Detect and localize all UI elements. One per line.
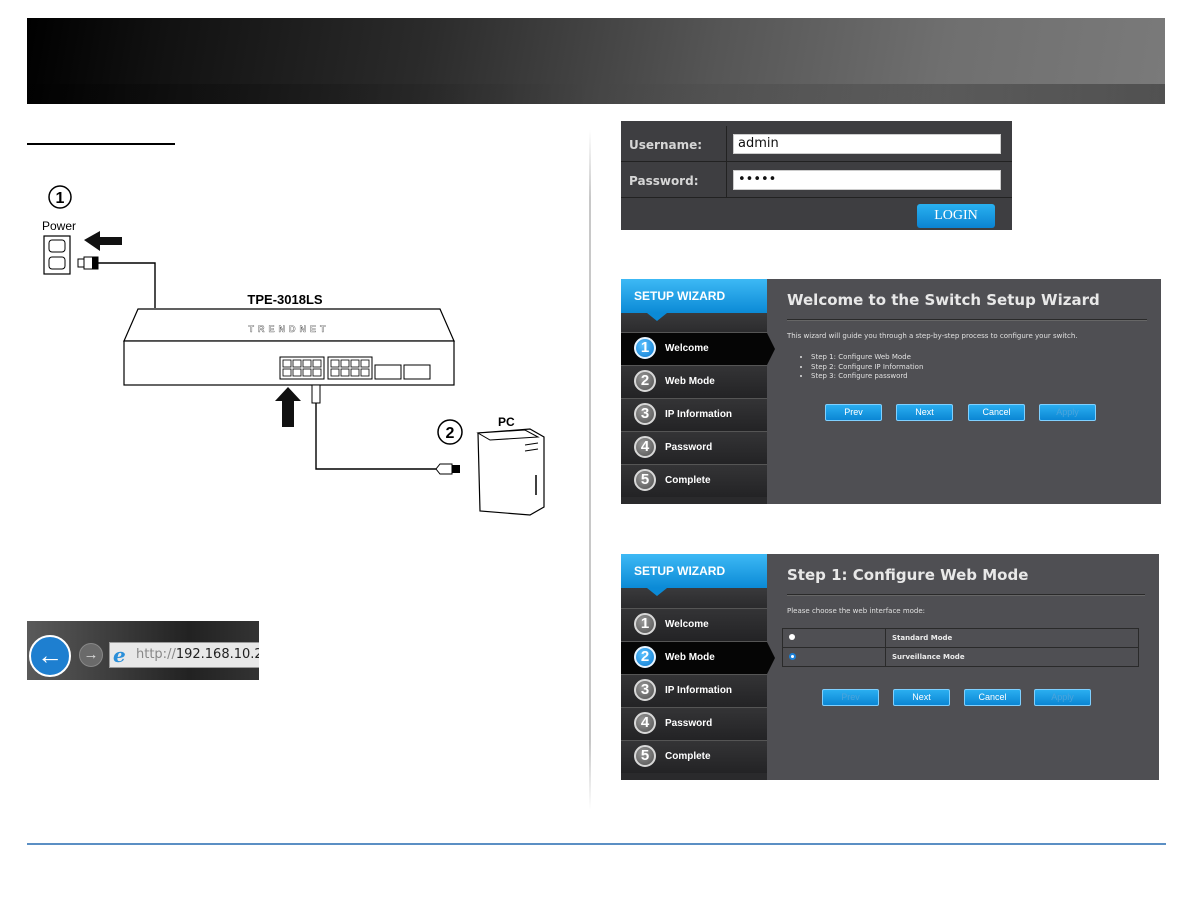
arrow-up-icon (275, 387, 301, 427)
next-button[interactable]: Next (893, 689, 950, 706)
wizard-nav-welcome[interactable]: 1 Welcome (621, 332, 775, 365)
list-item: Step 1: Configure Web Mode (811, 353, 923, 363)
wizard-header: SETUP WIZARD (621, 279, 767, 313)
login-panel: Username: admin Password: ••••• LOGIN (621, 121, 1012, 230)
wizard-title: Step 1: Configure Web Mode (787, 566, 1029, 584)
password-input[interactable]: ••••• (733, 170, 1001, 190)
password-row: Password: ••••• (621, 162, 1012, 198)
surveillance-mode-radio[interactable] (789, 652, 796, 660)
wizard-nav-ip-information[interactable]: 3 IP Information (621, 674, 767, 707)
wizard-description: Please choose the web interface mode: (787, 607, 926, 615)
prev-button[interactable]: Prev (825, 404, 882, 421)
wizard-nav-password[interactable]: 4 Password (621, 707, 767, 740)
apply-button[interactable]: Apply (1039, 404, 1096, 421)
standard-mode-radio[interactable] (789, 634, 795, 640)
step-1-badge: 1 (48, 185, 72, 209)
cancel-button[interactable]: Cancel (964, 689, 1021, 706)
username-row: Username: admin (621, 126, 1012, 162)
step-number-icon: 4 (634, 712, 656, 734)
header-banner (27, 18, 1165, 104)
web-mode-table: Standard Mode Surveillance Mode (782, 628, 1139, 667)
wizard-title: Welcome to the Switch Setup Wizard (787, 291, 1100, 309)
wizard-sidebar: SETUP WIZARD 1 Welcome 2 Web Mode 3 IP I… (621, 554, 775, 780)
internet-explorer-icon: e (113, 643, 126, 667)
url-field[interactable]: e http://192.168.10.200 (109, 642, 259, 668)
browser-address-bar-screenshot: ← → e http://192.168.10.200 (27, 621, 259, 680)
back-arrow-icon[interactable]: ← (29, 635, 71, 677)
url-text: http://192.168.10.200 (136, 647, 259, 662)
switch-model-label: TPE-3018LS (247, 292, 322, 307)
setup-wizard-welcome-panel: SETUP WIZARD 1 Welcome 2 Web Mode 3 IP I… (621, 279, 1161, 504)
pc-label: PC (498, 415, 515, 429)
standard-mode-label: Standard Mode (885, 628, 1139, 648)
table-row[interactable]: Standard Mode (782, 628, 1139, 648)
step-number-icon: 1 (634, 337, 656, 359)
wizard-nav-ip-information[interactable]: 3 IP Information (621, 398, 767, 431)
username-label: Username: (621, 126, 727, 161)
step-number-icon: 4 (634, 436, 656, 458)
username-input[interactable]: admin (733, 134, 1001, 154)
wizard-header: SETUP WIZARD (621, 554, 767, 588)
pc-tower-icon (476, 428, 545, 516)
switch-brand-logo: TRENDNET (249, 324, 330, 334)
step-number-icon: 2 (634, 370, 656, 392)
apply-button[interactable]: Apply (1034, 689, 1091, 706)
step-number-icon: 3 (634, 679, 656, 701)
login-button[interactable]: LOGIN (917, 204, 995, 228)
prev-button[interactable]: Prev (822, 689, 879, 706)
list-item: Step 3: Configure password (811, 372, 923, 382)
step-1-number: 1 (56, 190, 65, 207)
url-host: 192.168.10.200 (175, 647, 259, 662)
title-divider (787, 319, 1147, 321)
installation-diagram: 1 Power TPE-3018LS TRENDNET 2 PC (20, 175, 580, 525)
network-switch-icon: TRENDNET (123, 308, 455, 386)
step-number-icon: 1 (634, 613, 656, 635)
power-plug-icon (77, 256, 99, 270)
power-cable (98, 262, 156, 308)
next-button[interactable]: Next (896, 404, 953, 421)
step-number-icon: 5 (634, 469, 656, 491)
title-divider (787, 594, 1145, 596)
wizard-sidebar: SETUP WIZARD 1 Welcome 2 Web Mode 3 IP I… (621, 279, 775, 504)
arrow-left-icon (84, 231, 122, 251)
wizard-nav-welcome[interactable]: 1 Welcome (621, 608, 767, 641)
step-2-number: 2 (446, 425, 455, 442)
wizard-nav-web-mode[interactable]: 2 Web Mode (621, 365, 767, 398)
wizard-content: Step 1: Configure Web Mode Please choose… (769, 554, 1159, 780)
wizard-nav-password[interactable]: 4 Password (621, 431, 767, 464)
step-2-badge: 2 (437, 419, 463, 445)
table-row[interactable]: Surveillance Mode (782, 647, 1139, 667)
footer-rule (27, 843, 1166, 845)
wizard-description: This wizard will guide you through a ste… (787, 332, 1078, 340)
wizard-content: Welcome to the Switch Setup Wizard This … (769, 279, 1161, 504)
wizard-steps-list: Step 1: Configure Web Mode Step 2: Confi… (801, 353, 923, 382)
wizard-nav-complete[interactable]: 5 Complete (621, 464, 767, 497)
list-item: Step 2: Configure IP Information (811, 363, 923, 373)
password-label: Password: (621, 162, 727, 197)
cancel-button[interactable]: Cancel (968, 404, 1025, 421)
step-number-icon: 5 (634, 745, 656, 767)
step-number-icon: 3 (634, 403, 656, 425)
surveillance-mode-label: Surveillance Mode (885, 647, 1139, 667)
url-scheme: http:// (136, 647, 176, 662)
wizard-nav-web-mode[interactable]: 2 Web Mode (621, 641, 775, 674)
forward-arrow-icon[interactable]: → (79, 643, 103, 667)
section-heading-underline (27, 143, 175, 145)
power-label: Power (42, 219, 76, 233)
setup-wizard-web-mode-panel: SETUP WIZARD 1 Welcome 2 Web Mode 3 IP I… (621, 554, 1159, 780)
wizard-nav-complete[interactable]: 5 Complete (621, 740, 767, 773)
column-divider (589, 130, 591, 810)
step-number-icon: 2 (634, 646, 656, 668)
power-outlet-icon (43, 235, 71, 275)
